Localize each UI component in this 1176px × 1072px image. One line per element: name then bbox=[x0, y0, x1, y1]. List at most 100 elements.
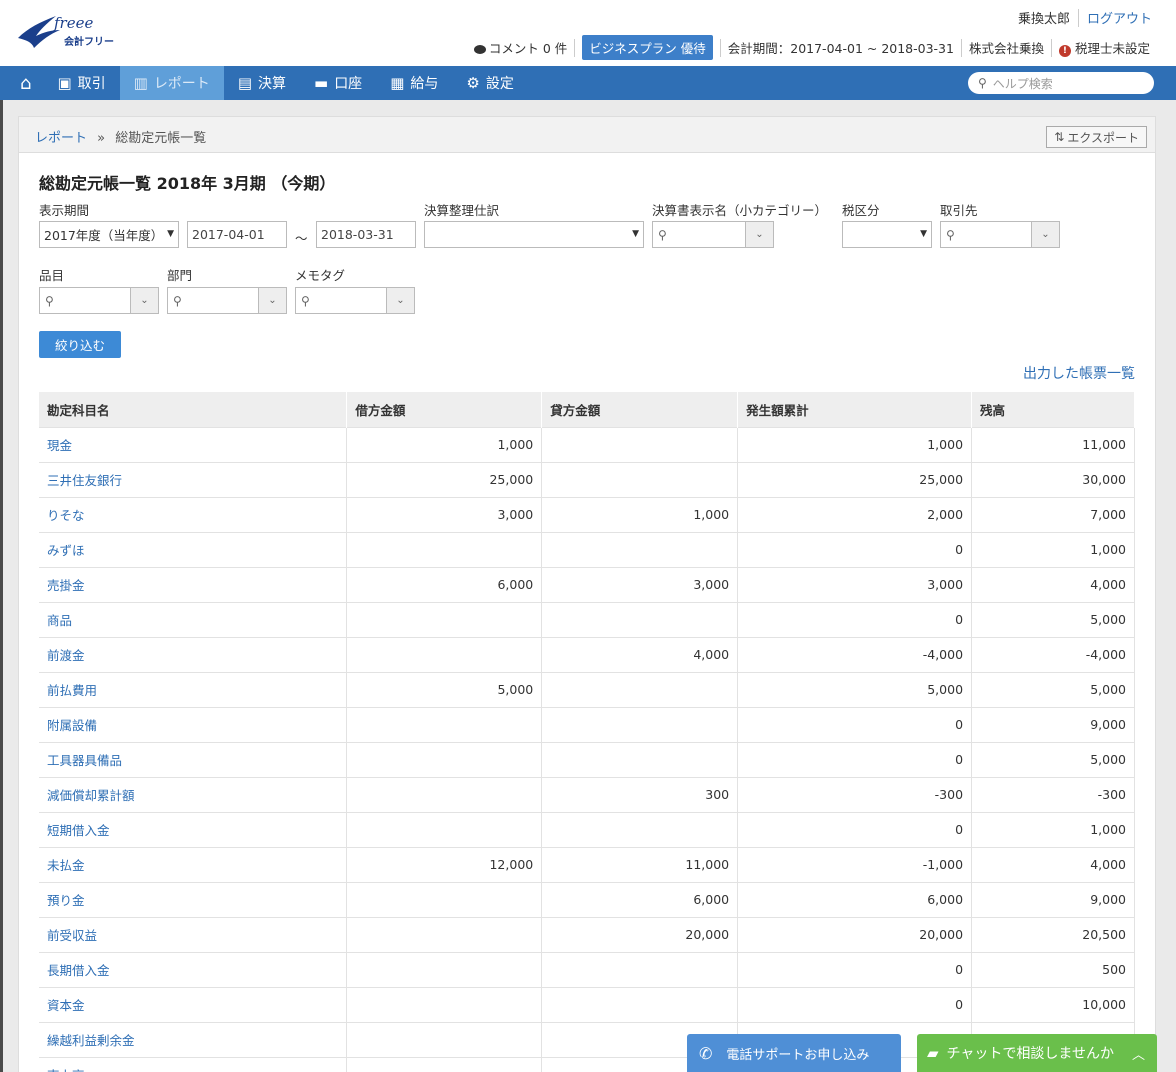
help-search-input[interactable]: ⚲ ヘルプ検索 bbox=[968, 72, 1154, 94]
account-link[interactable]: 売掛金 bbox=[47, 578, 85, 593]
logout-link[interactable]: ログアウト bbox=[1087, 8, 1152, 27]
account-name-cell: 売上高 bbox=[39, 1056, 348, 1072]
account-link[interactable]: 前渡金 bbox=[47, 648, 85, 663]
cumulative-cell: 2,000 bbox=[737, 496, 973, 532]
chevron-down-icon[interactable]: ⌄ bbox=[387, 287, 415, 314]
memo-tag-search-input[interactable]: ⚲ bbox=[295, 287, 387, 314]
item-search-input[interactable]: ⚲ bbox=[39, 287, 131, 314]
plan-badge[interactable]: ビジネスプラン 優待 bbox=[582, 35, 713, 60]
table-row: 三井住友銀行 25,000 25,000 30,000 bbox=[39, 461, 1135, 497]
account-link[interactable]: 繰越利益剰余金 bbox=[47, 1033, 135, 1048]
period-select[interactable]: 2017年度（当年度） ▼ bbox=[39, 221, 179, 248]
export-button[interactable]: ⇅ エクスポート bbox=[1046, 126, 1147, 148]
account-link[interactable]: 現金 bbox=[47, 438, 72, 453]
category-search-input[interactable]: ⚲ bbox=[652, 221, 746, 248]
nav-label: 給与 bbox=[410, 76, 439, 92]
column-header[interactable]: 貸方金額 bbox=[541, 392, 739, 427]
memo-tag-search[interactable]: ⚲ ⌄ bbox=[295, 287, 415, 314]
account-link[interactable]: 資本金 bbox=[47, 998, 85, 1013]
nav-item-accounts[interactable]: ▬ 口座 bbox=[300, 66, 376, 100]
search-icon: ⚲ bbox=[45, 293, 54, 308]
partner-search[interactable]: ⚲ ⌄ bbox=[940, 221, 1060, 248]
account-link[interactable]: 三井住友銀行 bbox=[47, 473, 122, 488]
account-link[interactable]: 短期借入金 bbox=[47, 823, 110, 838]
partner-search-input[interactable]: ⚲ bbox=[940, 221, 1032, 248]
nav-label: レポート bbox=[153, 76, 210, 92]
account-link[interactable]: 工具器具備品 bbox=[47, 753, 122, 768]
debit-cell: 6,000 bbox=[346, 566, 543, 602]
chevron-up-icon: ︿ bbox=[1131, 1048, 1145, 1063]
balance-cell: -300 bbox=[971, 776, 1135, 812]
account-name-cell: 売掛金 bbox=[39, 566, 348, 602]
filter-button[interactable]: 絞り込む bbox=[39, 331, 121, 358]
closing-entry-select[interactable]: ▼ bbox=[424, 221, 644, 248]
cumulative-cell: -300 bbox=[737, 776, 973, 812]
phone-icon: ✆ bbox=[699, 1043, 713, 1063]
column-header[interactable]: 残高 bbox=[971, 392, 1135, 427]
company-name[interactable]: 株式会社乗換 bbox=[969, 38, 1044, 57]
account-name-cell: 現金 bbox=[39, 426, 348, 462]
date-to-input[interactable]: 2018-03-31 bbox=[316, 221, 416, 248]
chevron-down-icon[interactable]: ⌄ bbox=[746, 221, 774, 248]
account-link[interactable]: 前受収益 bbox=[47, 928, 97, 943]
comment-link[interactable]: コメント 0 件 bbox=[473, 38, 568, 57]
phone-support-button[interactable]: ✆ 電話サポートお申し込み bbox=[687, 1034, 901, 1072]
breadcrumb-separator: » bbox=[97, 131, 106, 146]
account-link[interactable]: 預り金 bbox=[47, 893, 85, 908]
nav-item-closing[interactable]: ▤ 決算 bbox=[224, 66, 300, 100]
date-to-value: 2018-03-31 bbox=[321, 227, 394, 242]
export-label: エクスポート bbox=[1067, 130, 1139, 145]
chevron-down-icon[interactable]: ⌄ bbox=[131, 287, 159, 314]
date-from-value: 2017-04-01 bbox=[192, 227, 265, 242]
category-search[interactable]: ⚲ ⌄ bbox=[652, 221, 774, 248]
comment-count: コメント 0 件 bbox=[488, 41, 568, 56]
account-link[interactable]: 売上高 bbox=[47, 1068, 85, 1072]
date-from-input[interactable]: 2017-04-01 bbox=[187, 221, 287, 248]
account-link[interactable]: 未払金 bbox=[47, 858, 85, 873]
credit-cell bbox=[541, 951, 739, 987]
account-link[interactable]: 長期借入金 bbox=[47, 963, 110, 978]
nav-item-payroll[interactable]: ▦ 給与 bbox=[376, 66, 452, 100]
account-link[interactable]: 商品 bbox=[47, 613, 72, 628]
nav-item-settings[interactable]: ⚙ 設定 bbox=[452, 66, 527, 100]
search-icon: ⚲ bbox=[173, 293, 182, 308]
output-report-list-link[interactable]: 出力した帳票一覧 bbox=[1023, 363, 1135, 383]
chevron-down-icon[interactable]: ⌄ bbox=[259, 287, 287, 314]
user-name[interactable]: 乗換太郎 bbox=[1018, 8, 1070, 27]
chat-button[interactable]: ▰ チャットで相談しませんか ︿ bbox=[917, 1034, 1157, 1072]
breadcrumb-reports-link[interactable]: レポート bbox=[35, 131, 87, 146]
tax-accountant-label: 税理士未設定 bbox=[1074, 41, 1150, 56]
logo-product-name: 会計フリー bbox=[64, 37, 114, 48]
warning-icon: ! bbox=[1058, 45, 1071, 57]
balance-cell: 7,000 bbox=[971, 496, 1135, 532]
credit-cell: 4,000 bbox=[541, 636, 739, 672]
closing-entry-label: 決算整理仕訳 bbox=[424, 203, 500, 218]
range-tilde: ～ bbox=[295, 231, 308, 246]
item-search[interactable]: ⚲ ⌄ bbox=[39, 287, 159, 314]
debit-cell: 1,000 bbox=[346, 426, 543, 462]
account-link[interactable]: 附属設備 bbox=[47, 718, 97, 733]
account-link[interactable]: 前払費用 bbox=[47, 683, 97, 698]
partner-label: 取引先 bbox=[940, 203, 978, 218]
column-header[interactable]: 借方金額 bbox=[346, 392, 543, 427]
chevron-down-icon[interactable]: ⌄ bbox=[1032, 221, 1060, 248]
page-title: 総勘定元帳一覧 2018年 3月期 （今期） bbox=[39, 174, 336, 193]
nav-home[interactable]: ⌂ bbox=[20, 66, 43, 100]
debit-cell: 3,000 bbox=[346, 496, 543, 532]
tax-category-select[interactable]: ▼ bbox=[842, 221, 932, 248]
column-header[interactable]: 勘定科目名 bbox=[39, 392, 348, 427]
department-search-input[interactable]: ⚲ bbox=[167, 287, 259, 314]
account-link[interactable]: 減価償却累計額 bbox=[47, 788, 135, 803]
account-link[interactable]: みずほ bbox=[47, 543, 85, 558]
divider bbox=[1077, 8, 1079, 27]
department-search[interactable]: ⚲ ⌄ bbox=[167, 287, 287, 314]
fiscal-period[interactable]: 会計期間：2017-04-01 ~ 2018-03-31 bbox=[728, 38, 954, 57]
cumulative-cell: 0 bbox=[737, 986, 973, 1022]
nav-item-transactions[interactable]: ▣ 取引 bbox=[43, 66, 119, 100]
column-header[interactable]: 発生額累計 bbox=[737, 392, 973, 427]
nav-item-reports[interactable]: ▥ レポート bbox=[119, 66, 224, 100]
cumulative-cell: 6,000 bbox=[737, 881, 973, 917]
account-link[interactable]: りそな bbox=[47, 508, 85, 523]
credit-cell: 20,000 bbox=[541, 916, 739, 952]
tax-accountant-status[interactable]: ! 税理士未設定 bbox=[1058, 38, 1150, 57]
